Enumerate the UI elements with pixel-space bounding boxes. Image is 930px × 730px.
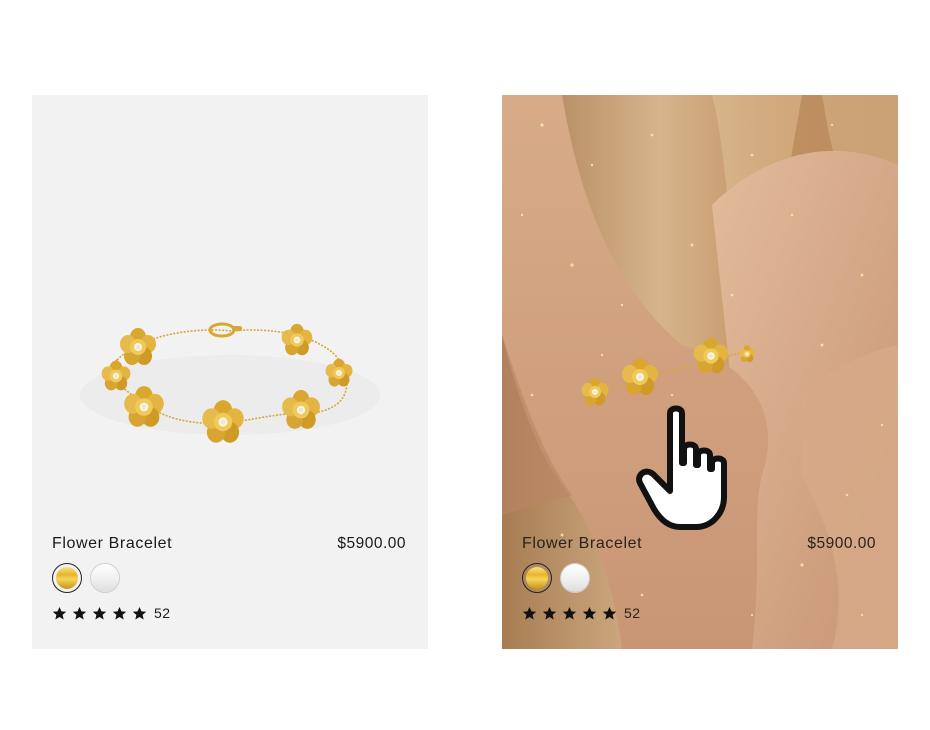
swatch-gold[interactable] [52,563,82,593]
review-count[interactable]: 52 [154,605,171,621]
rating: 52 [522,605,876,621]
swatch-silver[interactable] [90,563,120,593]
star-icon [112,606,127,621]
star-icon [92,606,107,621]
product-name[interactable]: Flower Bracelet [52,535,172,553]
color-swatches [522,563,876,593]
star-icon [522,606,537,621]
rating: 52 [52,605,406,621]
star-icon [72,606,87,621]
star-icon [52,606,67,621]
star-icon [602,606,617,621]
star-icon [132,606,147,621]
star-icon [542,606,557,621]
star-icon [582,606,597,621]
product-card[interactable]: Flower Bracelet $5900.00 52 [32,95,428,649]
product-info: Flower Bracelet $5900.00 52 [522,535,876,621]
product-price: $5900.00 [337,535,406,552]
review-count[interactable]: 52 [624,605,641,621]
pointing-hand-icon [636,405,727,530]
star-icon [562,606,577,621]
product-card[interactable]: Flower Bracelet $5900.00 52 [502,95,898,649]
product-info: Flower Bracelet $5900.00 52 [52,535,406,621]
color-swatches [52,563,406,593]
swatch-gold[interactable] [522,563,552,593]
product-name[interactable]: Flower Bracelet [522,535,642,553]
swatch-silver[interactable] [560,563,590,593]
product-price: $5900.00 [807,535,876,552]
